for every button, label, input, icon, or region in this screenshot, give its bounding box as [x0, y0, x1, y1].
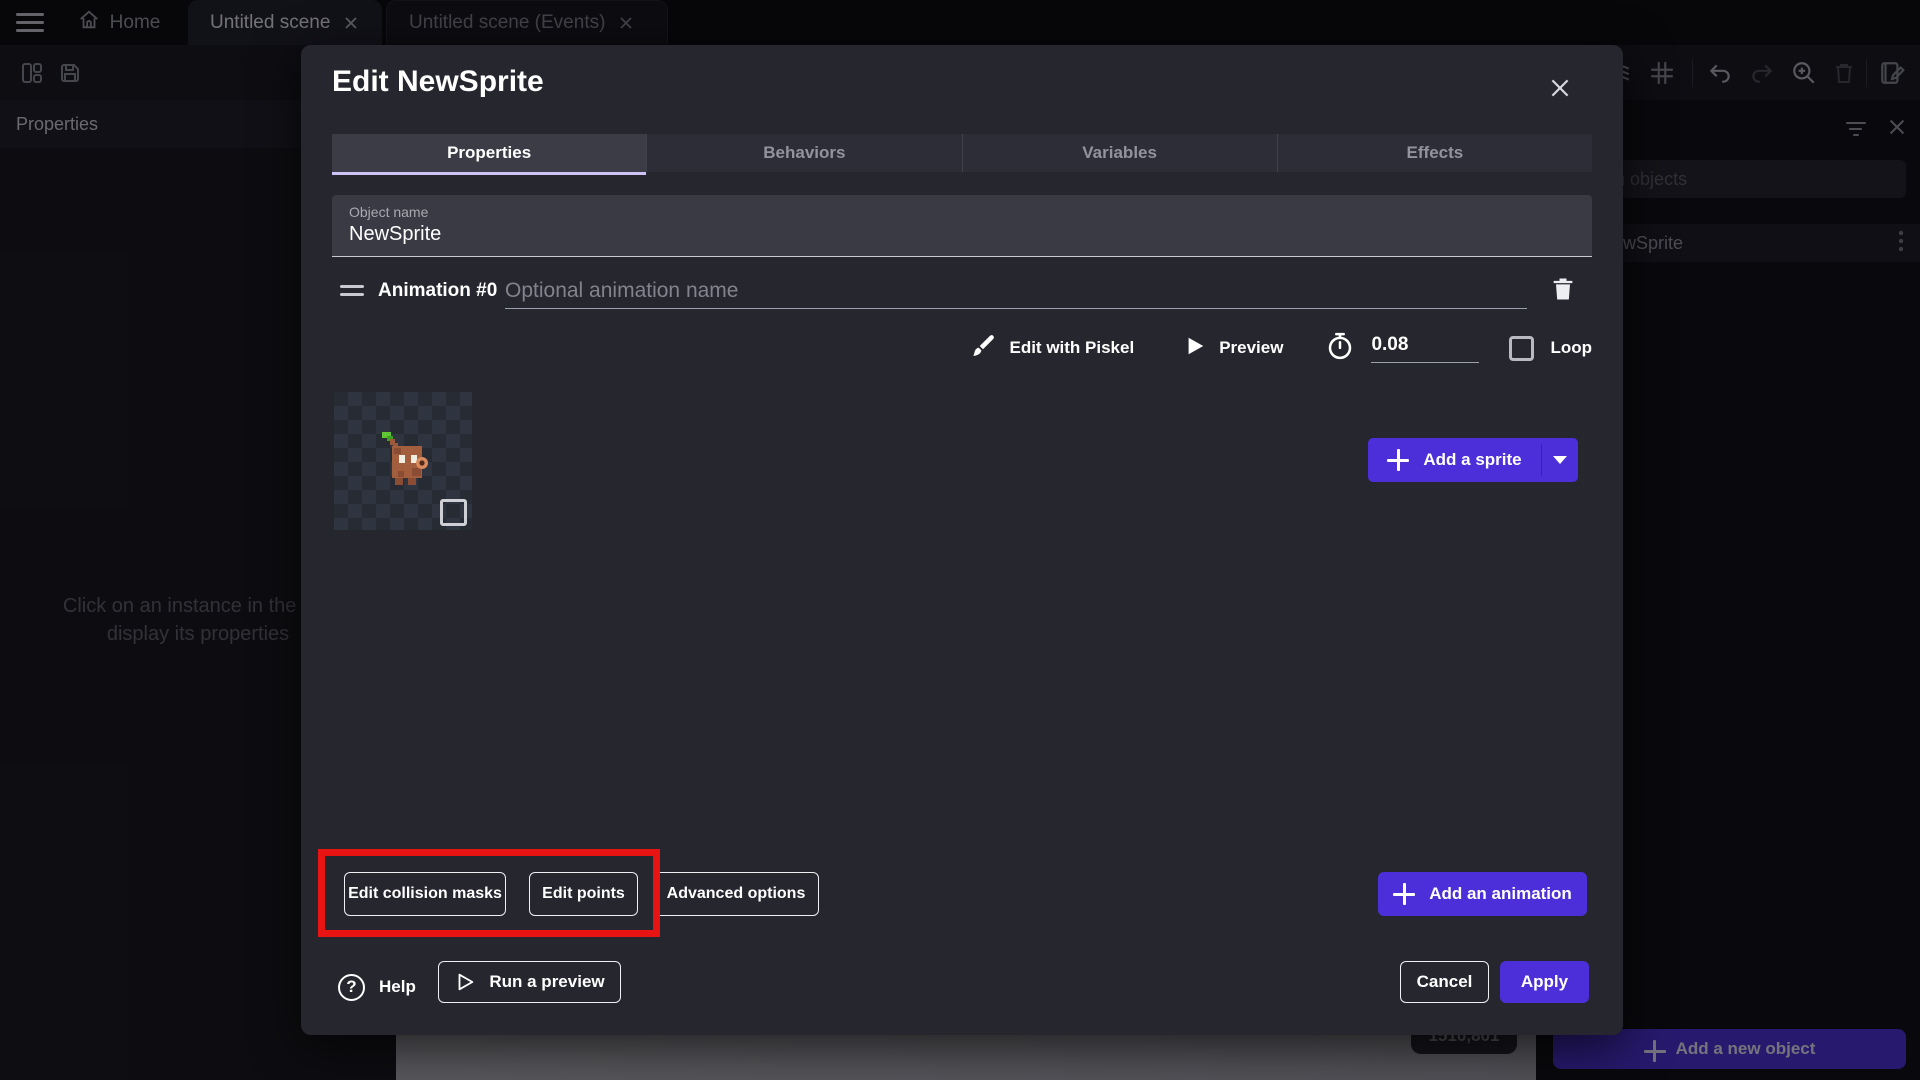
edit-sprite-dialog: Edit NewSprite Properties Behaviors Vari…	[301, 45, 1623, 1035]
animation-tools-row: Edit with Piskel Preview Loop	[332, 328, 1592, 368]
sprite-frame-thumbnail[interactable]	[334, 392, 472, 530]
object-name-input[interactable]	[349, 223, 1549, 246]
object-name-field-label: Object name	[349, 204, 429, 220]
add-sprite-button[interactable]: Add a sprite	[1368, 438, 1578, 482]
object-name-field: Object name	[332, 195, 1592, 257]
tab-behaviors[interactable]: Behaviors	[646, 134, 961, 172]
animation-name-input[interactable]	[505, 273, 1527, 308]
animation-row: Animation #0	[332, 273, 1592, 313]
apply-button[interactable]: Apply	[1500, 961, 1589, 1003]
add-animation-button[interactable]: Add an animation	[1378, 872, 1587, 916]
gdevelop-app: Home Untitled scene Untitled scene (Even…	[0, 0, 1920, 1080]
pixel-sprite-image	[382, 432, 428, 485]
stopwatch-icon	[1325, 331, 1355, 366]
loop-label: Loop	[1550, 338, 1592, 357]
drag-handle-icon[interactable]	[340, 285, 364, 301]
time-between-frames-input[interactable]	[1371, 333, 1480, 362]
preview-animation-button[interactable]: Preview	[1184, 335, 1283, 362]
animation-name-box	[505, 273, 1527, 309]
chevron-down-icon	[1553, 456, 1567, 464]
edit-with-piskel-button[interactable]: Edit with Piskel	[970, 333, 1134, 364]
edit-points-button[interactable]: Edit points	[529, 872, 638, 916]
add-sprite-dropdown[interactable]	[1542, 438, 1578, 482]
play-outline-icon	[454, 971, 476, 993]
tab-properties[interactable]: Properties	[332, 134, 647, 175]
dialog-tabs: Properties Behaviors Variables Effects	[332, 134, 1592, 175]
frame-select-checkbox[interactable]	[440, 499, 467, 526]
cancel-button[interactable]: Cancel	[1400, 961, 1489, 1003]
advanced-options-button[interactable]: Advanced options	[653, 872, 819, 916]
dialog-close-icon[interactable]	[1547, 75, 1575, 103]
tab-variables[interactable]: Variables	[961, 134, 1277, 172]
help-button[interactable]: ? Help	[338, 966, 416, 1008]
delete-animation-icon[interactable]	[1549, 275, 1579, 305]
plus-icon	[1387, 449, 1410, 471]
tab-effects[interactable]: Effects	[1276, 134, 1592, 172]
edit-collision-masks-button[interactable]: Edit collision masks	[344, 872, 506, 916]
plus-icon	[1393, 883, 1416, 905]
animation-label: Animation #0	[378, 280, 498, 301]
help-icon: ?	[338, 973, 365, 1001]
time-between-frames-box	[1371, 333, 1480, 363]
run-preview-button[interactable]: Run a preview	[438, 961, 621, 1003]
brush-icon	[970, 333, 996, 364]
loop-checkbox[interactable]	[1509, 335, 1535, 361]
play-icon	[1184, 335, 1206, 362]
dialog-title: Edit NewSprite	[332, 65, 544, 98]
